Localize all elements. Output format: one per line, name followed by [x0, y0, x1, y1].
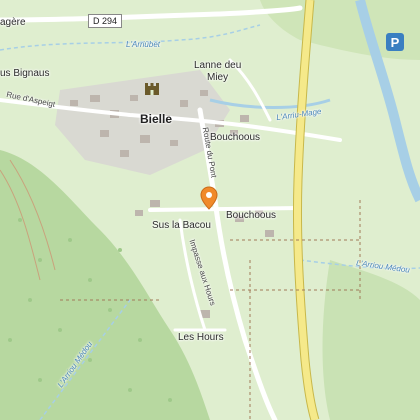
label-agere: agère: [0, 17, 26, 28]
label-leshours: Les Hours: [178, 332, 224, 343]
label-bielle: Bielle: [140, 112, 173, 126]
label-bouchoous-2: Bouchoous: [226, 210, 277, 221]
svg-text:P: P: [391, 35, 400, 50]
label-suslabacou: Sus la Bacou: [152, 220, 211, 231]
road-shield-d294: D 294: [88, 14, 123, 28]
label-ariuebet: L'Arriùbet: [126, 40, 160, 49]
label-bignaus: us Bignaus: [0, 68, 50, 79]
map-view[interactable]: P D 294 L'Arriùbet Lanne deu Miey us Big…: [0, 0, 420, 420]
label-lanne: Lanne deu: [194, 60, 242, 71]
label-miey: Miey: [207, 72, 229, 83]
label-bouchoous-1: Bouchoous: [210, 132, 261, 143]
